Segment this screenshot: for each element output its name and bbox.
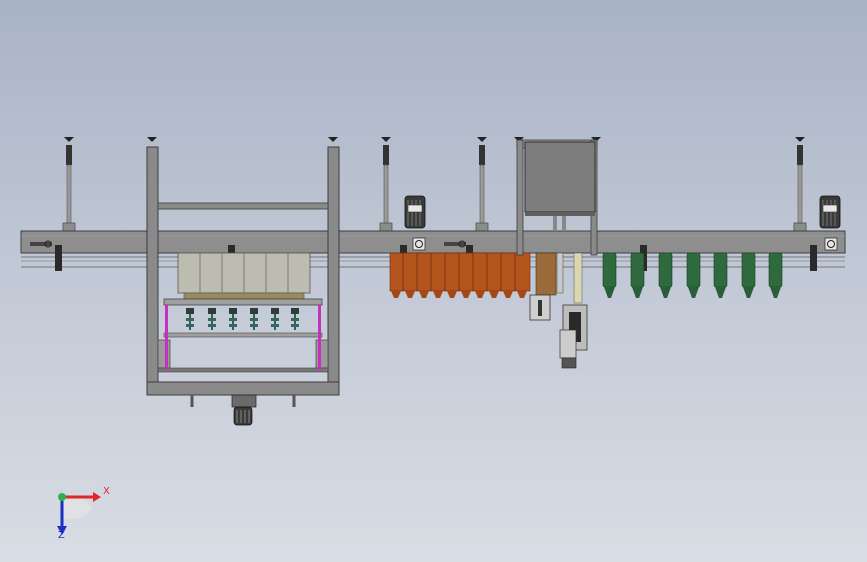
drive-motor: [819, 195, 841, 229]
support-posts: [62, 137, 807, 236]
support-post: [62, 137, 76, 236]
bottom-motor: [231, 394, 257, 426]
triad-icon: [57, 492, 101, 535]
capping-frame: [146, 137, 340, 426]
orange-bottle-row: [389, 252, 531, 298]
axis-x-label: X: [103, 486, 110, 497]
green-bottle-row: [602, 252, 783, 298]
cad-viewport[interactable]: [0, 0, 867, 562]
sensor-icon: [412, 237, 426, 251]
support-post: [793, 137, 807, 236]
filling-tanks: [177, 252, 311, 300]
filling-heads: [186, 308, 299, 330]
support-post: [475, 137, 489, 236]
support-post: [379, 137, 393, 236]
drive-motor: [404, 195, 426, 229]
sensor-icon: [824, 237, 838, 251]
axis-z-label: Z: [58, 530, 65, 541]
